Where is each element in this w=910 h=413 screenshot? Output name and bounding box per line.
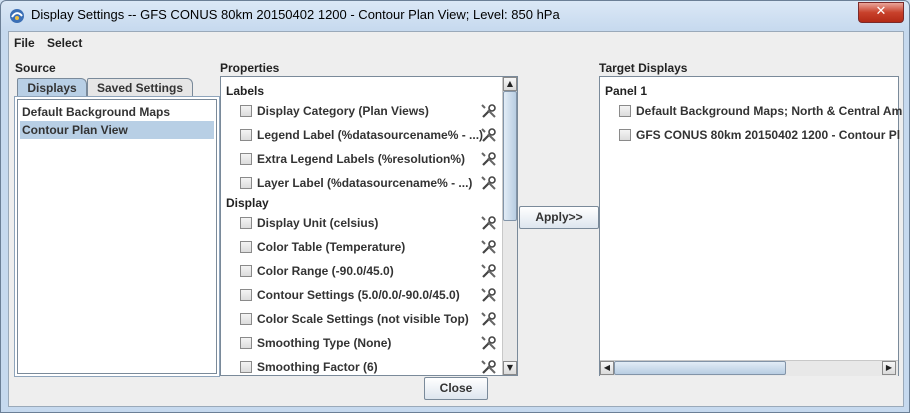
title-bar: Display Settings -- GFS CONUS 80km 20150… (1, 1, 909, 31)
menu-bar: File Select (9, 32, 903, 54)
target-row: Default Background Maps; North & Central… (619, 102, 909, 120)
wrench-icon[interactable] (480, 334, 498, 352)
menu-file[interactable]: File (14, 36, 35, 50)
property-row: Extra Legend Labels (%resolution%) (240, 150, 500, 168)
property-label: Color Scale Settings (not visible Top) (257, 312, 469, 326)
properties-scrollbar[interactable]: ▲ ▼ (502, 77, 517, 375)
scroll-thumb[interactable] (503, 91, 517, 221)
wrench-icon[interactable] (480, 262, 498, 280)
scroll-down-arrow-icon[interactable]: ▼ (503, 361, 517, 375)
properties-label: Properties (220, 61, 280, 75)
property-checkbox[interactable] (240, 153, 252, 165)
property-checkbox[interactable] (240, 177, 252, 189)
property-checkbox[interactable] (240, 265, 252, 277)
display-group-title: Display (226, 196, 269, 210)
target-row: GFS CONUS 80km 20150402 1200 - Contour P… (619, 126, 909, 144)
wrench-icon[interactable] (480, 126, 498, 144)
wrench-icon[interactable] (480, 102, 498, 120)
panel-1-label: Panel 1 (605, 84, 648, 98)
display-settings-window: Display Settings -- GFS CONUS 80km 20150… (0, 0, 910, 413)
property-label: Color Table (Temperature) (257, 240, 406, 254)
target-label: GFS CONUS 80km 20150402 1200 - Contour P… (636, 128, 901, 142)
app-icon (10, 9, 24, 23)
property-row: Smoothing Factor (6) (240, 358, 500, 376)
property-checkbox[interactable] (240, 241, 252, 253)
property-row: Layer Label (%datasourcename% - ...) (240, 174, 500, 192)
source-panel: Default Background Maps Contour Plan Vie… (14, 96, 220, 377)
wrench-icon[interactable] (480, 174, 498, 192)
wrench-icon[interactable] (480, 286, 498, 304)
target-checkbox[interactable] (619, 105, 631, 117)
target-hscrollbar[interactable]: ◀ ▶ (600, 360, 898, 376)
list-item-selected[interactable]: Contour Plan View (20, 121, 214, 139)
property-row: Color Table (Temperature) (240, 238, 500, 256)
target-checkbox[interactable] (619, 129, 631, 141)
labels-group-title: Labels (226, 84, 265, 98)
scroll-left-arrow-icon[interactable]: ◀ (600, 361, 614, 375)
property-row: Legend Label (%datasourcename% - ...) (240, 126, 500, 144)
property-label: Smoothing Type (None) (257, 336, 392, 350)
property-label: Display Category (Plan Views) (257, 104, 429, 118)
property-label: Color Range (-90.0/45.0) (257, 264, 394, 278)
tab-saved-settings[interactable]: Saved Settings (87, 78, 193, 97)
apply-button[interactable]: Apply>> (519, 206, 599, 229)
source-label: Source (15, 61, 56, 75)
tab-displays[interactable]: Displays (17, 78, 87, 97)
window-title: Display Settings -- GFS CONUS 80km 20150… (31, 7, 560, 22)
wrench-icon[interactable] (480, 358, 498, 376)
wrench-icon[interactable] (480, 150, 498, 168)
property-row: Display Unit (celsius) (240, 214, 500, 232)
target-label: Default Background Maps; North & Central… (636, 104, 903, 118)
property-label: Legend Label (%datasourcename% - ...) (257, 128, 484, 142)
scroll-up-arrow-icon[interactable]: ▲ (503, 77, 517, 91)
property-checkbox[interactable] (240, 361, 252, 373)
close-button[interactable]: Close (424, 377, 488, 400)
scroll-right-arrow-icon[interactable]: ▶ (882, 361, 896, 375)
wrench-icon[interactable] (480, 310, 498, 328)
target-displays-panel: Panel 1 Default Background Maps; North &… (599, 76, 902, 376)
property-checkbox[interactable] (240, 129, 252, 141)
property-label: Smoothing Factor (6) (257, 360, 378, 374)
property-label: Layer Label (%datasourcename% - ...) (257, 176, 473, 190)
property-label: Extra Legend Labels (%resolution%) (257, 152, 466, 166)
property-row: Smoothing Type (None) (240, 334, 500, 352)
property-checkbox[interactable] (240, 289, 252, 301)
property-label: Display Unit (celsius) (257, 216, 379, 230)
wrench-icon[interactable] (480, 238, 498, 256)
displays-list: Default Background Maps Contour Plan Vie… (17, 99, 217, 374)
property-row: Color Scale Settings (not visible Top) (240, 310, 500, 328)
property-checkbox[interactable] (240, 337, 252, 349)
property-row: Display Category (Plan Views) (240, 102, 500, 120)
properties-panel: Labels Display Category (Plan Views) Leg… (220, 76, 518, 376)
client-area: File Select Source Displays Saved Settin… (8, 31, 904, 407)
property-row: Color Range (-90.0/45.0) (240, 262, 500, 280)
property-label: Contour Settings (5.0/0.0/-90.0/45.0) (257, 288, 460, 302)
property-checkbox[interactable] (240, 105, 252, 117)
wrench-icon[interactable] (480, 214, 498, 232)
property-checkbox[interactable] (240, 313, 252, 325)
property-checkbox[interactable] (240, 217, 252, 229)
property-row: Contour Settings (5.0/0.0/-90.0/45.0) (240, 286, 500, 304)
menu-select[interactable]: Select (47, 36, 82, 50)
window-close-button[interactable]: ✕ (858, 2, 904, 23)
scroll-thumb-horizontal[interactable] (614, 361, 786, 375)
target-displays-label: Target Displays (599, 61, 688, 75)
list-item[interactable]: Default Background Maps (20, 103, 214, 121)
